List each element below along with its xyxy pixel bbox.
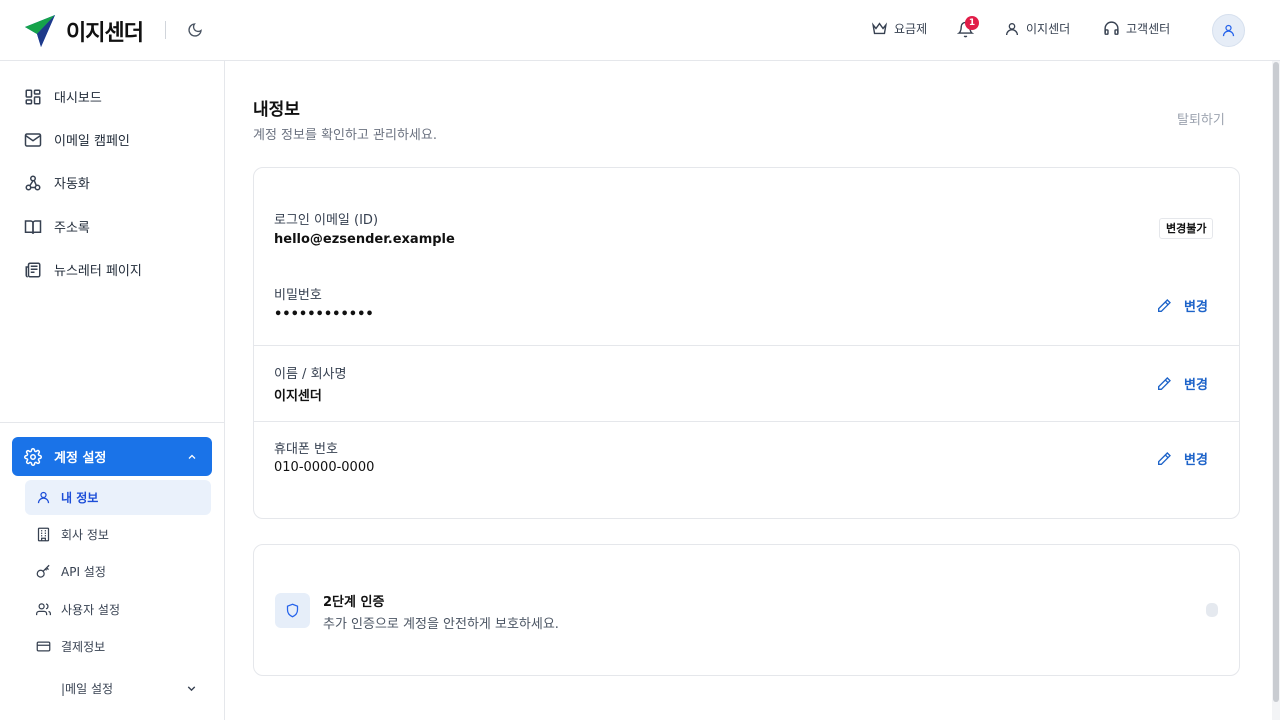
name-change-button[interactable]: 변경 (1156, 374, 1208, 393)
sidebar-item-newsletter[interactable]: 뉴스레터 페이지 (24, 260, 142, 279)
sidebar-item-label: 이메일 캠페인 (54, 134, 130, 149)
automation-icon (25, 175, 41, 190)
password-field-value: •••••••••••• (274, 307, 374, 322)
newspaper-icon (25, 262, 41, 277)
pricing-link[interactable]: 요금제 (871, 20, 927, 37)
pricing-label: 요금제 (894, 22, 928, 36)
brand-name: 이지센더 (66, 21, 144, 46)
shield-icon (286, 603, 299, 618)
notification-badge: 1 (965, 16, 979, 30)
sidebar-item-email-campaign[interactable]: 이메일 캠페인 (24, 130, 130, 149)
user-icon (1006, 22, 1018, 35)
two-factor-card: 2단계 인증 추가 인증으로 계정을 안전하게 보호하세요. (253, 544, 1240, 676)
moon-icon (188, 23, 202, 37)
chevron-up-icon (188, 454, 196, 459)
gear-icon (24, 447, 42, 466)
sidebar-subitem-label: 내 정보 (61, 491, 99, 505)
paper-plane-logo-icon (25, 15, 55, 47)
two-factor-description: 추가 인증으로 계정을 안전하게 보호하세요. (323, 617, 559, 632)
two-factor-title: 2단계 인증 (323, 595, 385, 610)
sidebar-subitem-label: API 설정 (61, 565, 106, 579)
sidebar-subitem-user-settings[interactable]: 사용자 설정 (25, 592, 211, 627)
card-icon (36, 641, 51, 652)
header-divider (165, 21, 166, 39)
user-icon (37, 491, 50, 504)
sidebar-item-account-settings[interactable]: 계정 설정 (12, 437, 212, 476)
sidebar-item-dashboard[interactable]: 대시보드 (24, 87, 102, 106)
shield-icon-box (275, 593, 310, 628)
unchangeable-badge: 변경불가 (1159, 218, 1214, 239)
sidebar-subitem-label: 사용자 설정 (61, 603, 121, 617)
sidebar: 대시보드 이메일 캠페인 자동화 주소록 뉴스레터 페이지 계정 설정 내 정보… (0, 61, 225, 720)
email-field-label: 로그인 이메일 (ID) (274, 213, 379, 228)
users-icon (36, 603, 51, 616)
sidebar-item-label: 주소록 (54, 221, 90, 236)
row-divider (254, 345, 1239, 346)
pencil-icon (1158, 451, 1171, 465)
two-factor-toggle[interactable] (1206, 603, 1218, 617)
password-field-label: 비밀번호 (274, 288, 322, 303)
user-menu-link[interactable]: 이지센더 (1004, 20, 1070, 37)
withdraw-link[interactable]: 탈퇴하기 (1177, 109, 1225, 128)
key-icon (36, 564, 50, 578)
avatar[interactable] (1212, 14, 1245, 47)
user-menu-label: 이지센더 (1026, 22, 1071, 36)
crown-icon (871, 22, 888, 35)
phone-field-value: 010-0000-0000 (274, 460, 375, 475)
dark-mode-toggle[interactable] (187, 22, 203, 38)
row-divider (254, 421, 1239, 422)
mail-icon (24, 132, 42, 147)
pencil-icon (1158, 376, 1171, 390)
sidebar-subitem-label: 회사 정보 (61, 528, 109, 542)
change-label: 변경 (1184, 378, 1208, 393)
phone-field-label: 휴대폰 번호 (274, 442, 338, 457)
sidebar-item-address-book[interactable]: 주소록 (24, 217, 90, 236)
brand-logo[interactable]: 이지센더 (24, 14, 144, 48)
sidebar-subitem-label: |메일 설정 (61, 682, 114, 696)
top-header: 이지센더 요금제 1 이지센더 고객센터 (0, 0, 1280, 61)
sidebar-item-label: 뉴스레터 페이지 (54, 264, 142, 279)
page-title: 내정보 (253, 100, 300, 120)
sidebar-item-automation[interactable]: 자동화 (24, 173, 90, 192)
account-settings-label: 계정 설정 (54, 451, 107, 466)
sidebar-subitem-label: 결제정보 (61, 640, 106, 654)
email-field-value: hello@ezsender.example (274, 232, 455, 247)
headset-icon (1104, 21, 1119, 35)
support-label: 고객센터 (1126, 22, 1171, 36)
name-field-label: 이름 / 회사명 (274, 367, 347, 382)
account-info-card: 로그인 이메일 (ID) hello@ezsender.example 변경불가… (253, 167, 1240, 519)
page-subtitle: 계정 정보를 확인하고 관리하세요. (253, 128, 437, 143)
sidebar-item-label: 자동화 (54, 177, 90, 192)
support-link[interactable]: 고객센터 (1103, 20, 1170, 37)
scrollbar-thumb[interactable] (1273, 62, 1279, 702)
name-field-value: 이지센더 (274, 389, 322, 404)
pencil-icon (1158, 298, 1171, 312)
avatar-user-icon (1222, 24, 1235, 37)
sidebar-subitem-my-info[interactable]: 내 정보 (25, 480, 211, 515)
book-icon (24, 219, 42, 234)
building-icon (37, 527, 50, 542)
change-label: 변경 (1184, 300, 1208, 315)
change-label: 변경 (1184, 453, 1208, 468)
password-change-button[interactable]: 변경 (1156, 296, 1208, 315)
sidebar-subitem-mail-settings[interactable]: |메일 설정 (25, 671, 211, 706)
chevron-down-icon (187, 686, 196, 692)
sidebar-subitem-company-info[interactable]: 회사 정보 (25, 517, 211, 552)
sidebar-subitem-api-settings[interactable]: API 설정 (25, 554, 211, 589)
sidebar-subitem-billing[interactable]: 결제정보 (25, 629, 211, 664)
sidebar-divider (0, 422, 224, 423)
phone-change-button[interactable]: 변경 (1156, 449, 1208, 468)
sidebar-item-label: 대시보드 (54, 91, 102, 106)
dashboard-icon (25, 89, 41, 104)
